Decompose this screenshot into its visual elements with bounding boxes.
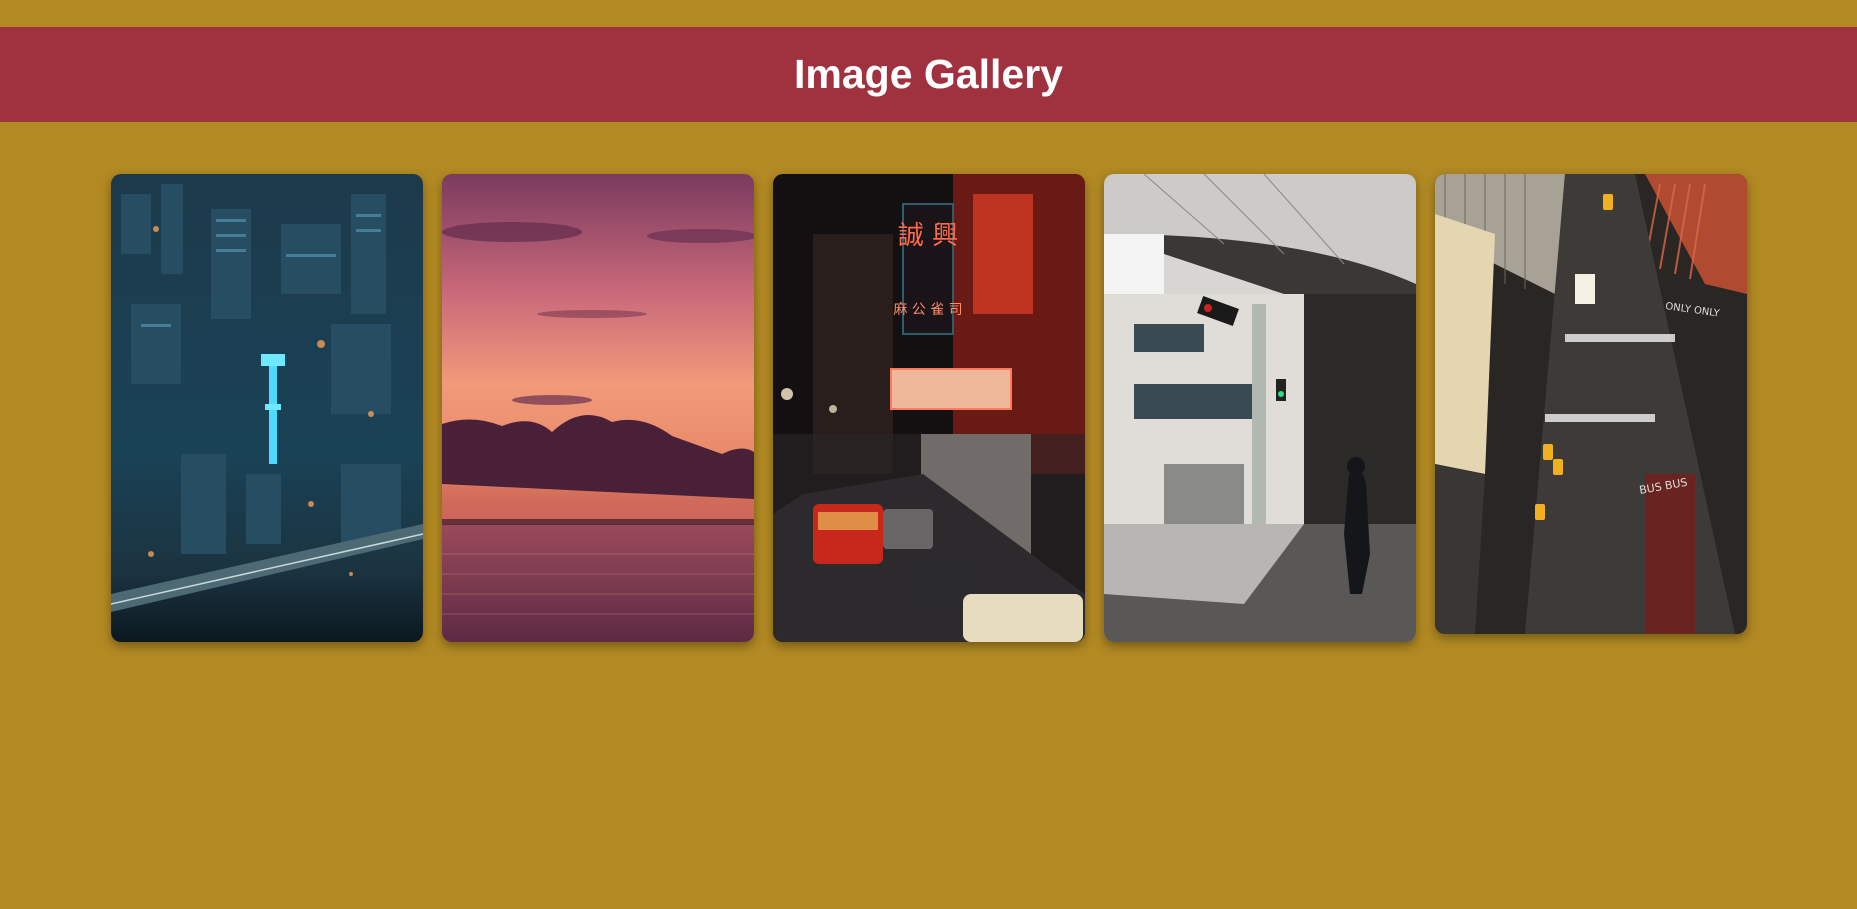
gallery-image-building[interactable] — [1103, 174, 1416, 642]
gallery-image-sunset[interactable] — [441, 174, 754, 642]
page-title: Image Gallery — [794, 51, 1063, 97]
city-tower-image — [110, 174, 423, 642]
aerial-street-image: ONLY ONLY BUS BUS — [1434, 174, 1747, 634]
page-header: Image Gallery — [0, 27, 1857, 122]
image-gallery: 誠 興 麻 公 雀 司 ONLY ONLY BUS BUS — [0, 174, 1857, 642]
sunset-image — [441, 174, 754, 642]
neon-sign-text: 誠 興 — [897, 221, 957, 251]
building-image — [1103, 174, 1416, 642]
gallery-image-city-tower[interactable] — [110, 174, 423, 642]
gallery-image-aerial-street[interactable]: ONLY ONLY BUS BUS — [1434, 174, 1747, 634]
gallery-image-neon-street[interactable]: 誠 興 麻 公 雀 司 — [772, 174, 1085, 642]
neon-street-image: 誠 興 麻 公 雀 司 — [772, 174, 1085, 642]
top-margin — [0, 0, 1857, 27]
neon-sign-subtext: 麻 公 雀 司 — [893, 302, 962, 318]
